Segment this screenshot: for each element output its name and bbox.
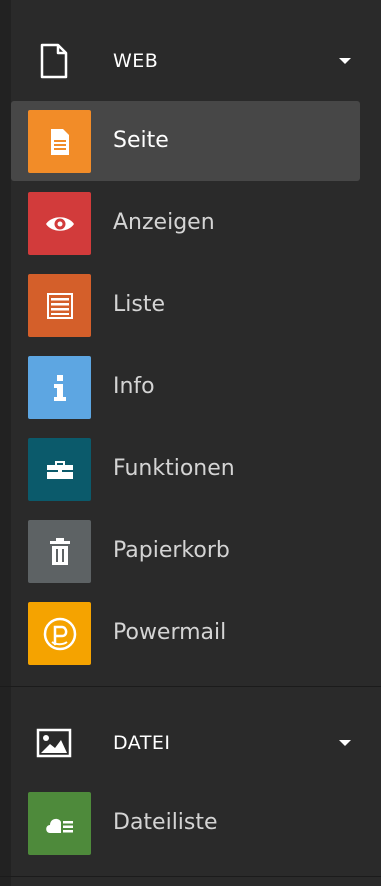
group-header-datei[interactable]: DATEI	[0, 708, 381, 778]
eye-icon	[28, 192, 91, 255]
module-item-info[interactable]: Info	[11, 347, 360, 427]
module-item-seite[interactable]: Seite	[11, 101, 360, 181]
module-item-liste[interactable]: Liste	[11, 265, 360, 345]
group-divider	[0, 686, 381, 687]
module-item-papierkorb[interactable]: Papierkorb	[11, 511, 360, 591]
module-label: Dateiliste	[113, 810, 218, 835]
cloud-list-icon	[28, 792, 91, 855]
caret-down-icon[interactable]	[339, 58, 351, 64]
module-label: Seite	[113, 128, 169, 153]
list-icon	[28, 274, 91, 337]
image-icon	[34, 723, 74, 763]
toolbox-icon	[28, 438, 91, 501]
module-label: Papierkorb	[113, 538, 230, 563]
group-header-web[interactable]: WEB	[0, 26, 381, 96]
module-item-anzeigen[interactable]: Anzeigen	[11, 183, 360, 263]
module-label: Info	[113, 374, 155, 399]
module-label: Anzeigen	[113, 210, 215, 235]
group-label-web: WEB	[113, 50, 159, 72]
module-item-funktionen[interactable]: Funktionen	[11, 429, 360, 509]
info-icon	[28, 356, 91, 419]
page-icon	[28, 110, 91, 173]
file-icon	[34, 41, 74, 81]
trash-icon	[28, 520, 91, 583]
group-divider	[0, 876, 381, 877]
module-label: Powermail	[113, 620, 227, 645]
caret-down-icon[interactable]	[339, 740, 351, 746]
module-item-powermail[interactable]: Powermail	[11, 593, 360, 673]
powermail-icon	[28, 602, 91, 665]
module-menu: WEB Seite Anzeigen Liste Info Funktionen…	[0, 0, 381, 886]
module-label: Liste	[113, 292, 165, 317]
module-label: Funktionen	[113, 456, 235, 481]
group-label-datei: DATEI	[113, 732, 171, 754]
module-item-dateiliste[interactable]: Dateiliste	[11, 783, 360, 863]
